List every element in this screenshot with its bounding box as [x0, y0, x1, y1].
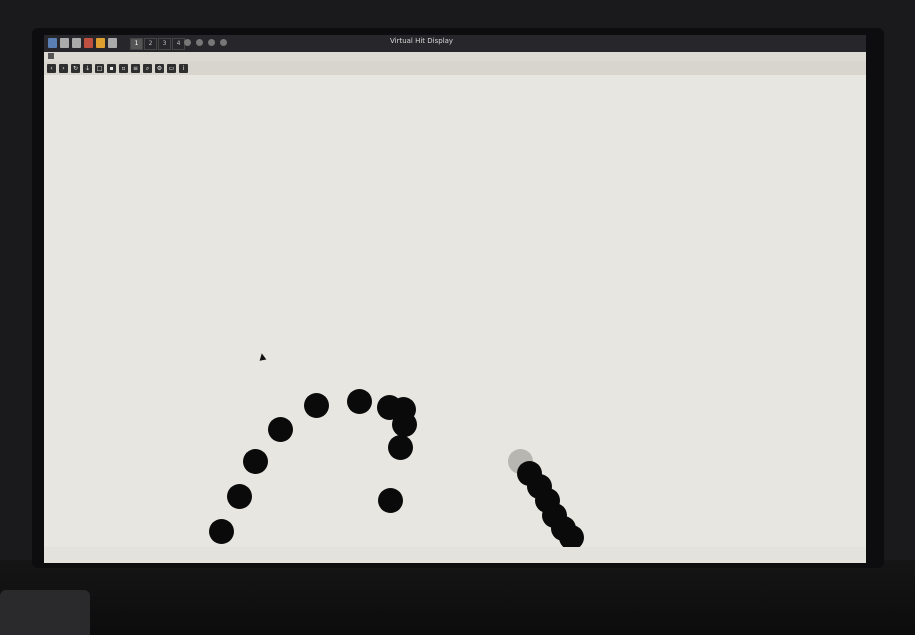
zoom-icon[interactable]: ⌕	[143, 63, 152, 73]
text-editor-icon[interactable]	[84, 38, 93, 48]
reload-icon[interactable]: ↻	[71, 63, 80, 73]
open-icon[interactable]: ▫	[119, 63, 128, 73]
workspace-switcher: 1 2 3 4	[130, 38, 185, 50]
hit-marker	[304, 393, 329, 418]
workspace-1[interactable]: 1	[130, 38, 143, 50]
hit-marker	[268, 417, 293, 442]
save-icon[interactable]: ▪	[107, 63, 116, 73]
window-icon[interactable]: ▭	[167, 63, 176, 73]
browser-icon[interactable]	[96, 38, 105, 48]
settings-icon[interactable]	[108, 38, 117, 48]
hit-marker	[209, 519, 234, 544]
hit-marker	[243, 449, 268, 474]
download-icon[interactable]: ↓	[83, 63, 92, 73]
app-launcher-icon[interactable]	[48, 38, 57, 48]
tray-icon[interactable]	[196, 39, 203, 46]
workspace-2[interactable]: 2	[144, 38, 157, 50]
toolbar: ‹ › ↻ ↓ □ ▪ ▫ ≡ ⌕ ⚙ ▭ i	[44, 61, 866, 75]
hit-marker	[227, 484, 252, 509]
mouse-cursor-icon: ▲	[258, 351, 267, 363]
desk-background	[0, 560, 915, 635]
forward-icon[interactable]: ›	[59, 63, 68, 73]
keyboard-edge	[0, 590, 90, 635]
tray-icon[interactable]	[184, 39, 191, 46]
system-tray	[184, 39, 227, 46]
file-manager-icon[interactable]	[72, 38, 81, 48]
workspace-3[interactable]: 3	[158, 38, 171, 50]
network-icon[interactable]	[220, 39, 227, 46]
window-titlebar: 1 2 3 4 Virtual Hit Display	[44, 35, 866, 52]
hit-marker	[347, 389, 372, 414]
window-title: Virtual Hit Display	[390, 37, 454, 45]
screen: 1 2 3 4 Virtual Hit Display ‹ › ↻ ↓ □ ▪ …	[44, 35, 866, 563]
settings-icon[interactable]: ⚙	[155, 63, 164, 73]
print-icon[interactable]: ≡	[131, 63, 140, 73]
copy-icon[interactable]: □	[95, 63, 104, 73]
menu-icon[interactable]	[48, 53, 54, 59]
hit-marker	[392, 412, 417, 437]
hit-marker	[388, 435, 413, 460]
terminal-icon[interactable]	[60, 38, 69, 48]
hit-display-canvas[interactable]: ▲	[44, 75, 866, 550]
statusbar	[44, 547, 866, 563]
hit-marker	[378, 488, 403, 513]
taskbar-launchers	[48, 38, 117, 48]
back-icon[interactable]: ‹	[47, 63, 56, 73]
info-icon[interactable]: i	[179, 63, 188, 73]
tray-icon[interactable]	[208, 39, 215, 46]
